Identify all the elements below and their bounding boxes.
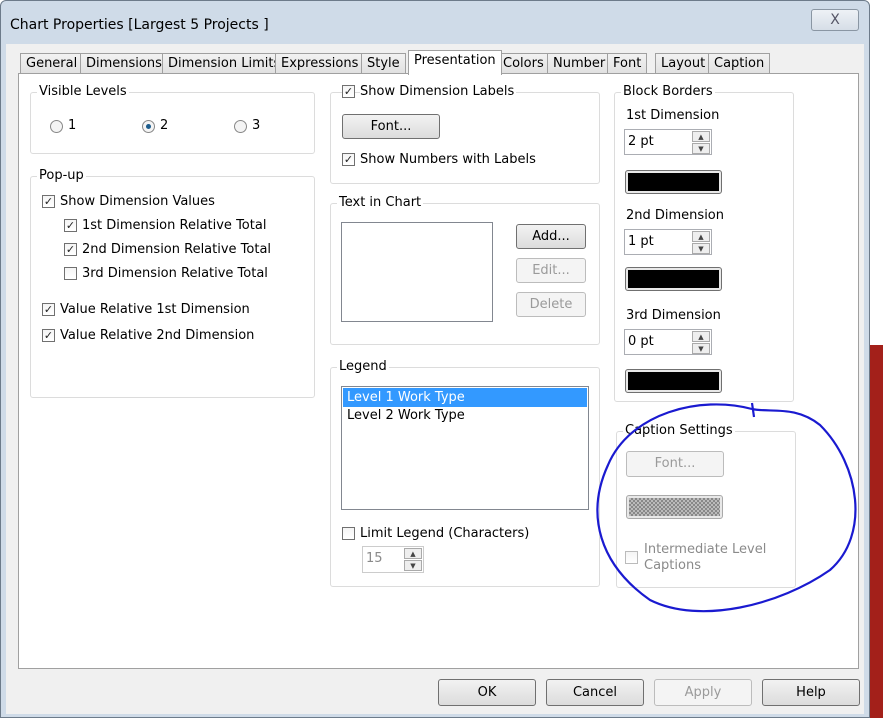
value-relative-1st-checkbox[interactable]: ✓ [42, 303, 55, 316]
level-2-label: 2 [160, 118, 169, 133]
tab-layout[interactable]: Layout [655, 53, 712, 74]
edit-text-button[interactable]: Edit... [516, 258, 586, 283]
help-button[interactable]: Help [762, 679, 860, 706]
level-1-radio[interactable] [50, 120, 63, 133]
color-swatch [628, 173, 719, 191]
3rd-dim-rel-total-label: 3rd Dimension Relative Total [82, 266, 268, 281]
show-numbers-label: Show Numbers with Labels [360, 152, 536, 167]
spin-up-icon[interactable]: ▲ [692, 331, 710, 342]
show-numbers-checkbox[interactable]: ✓ [342, 153, 355, 166]
dim3-border-value: 0 pt [628, 334, 654, 349]
dim2-border-value: 1 pt [628, 234, 654, 249]
text-in-chart-list[interactable] [341, 222, 493, 322]
limit-legend-spinner[interactable]: 15 ▲ ▼ [362, 546, 424, 573]
dim1-border-value: 2 pt [628, 134, 654, 149]
close-button[interactable]: X [811, 9, 859, 31]
level-2-radio[interactable] [142, 120, 155, 133]
show-dimension-values-label: Show Dimension Values [60, 194, 215, 209]
color-swatch [628, 372, 719, 390]
visible-levels-label: Visible Levels [37, 84, 129, 99]
limit-legend-label: Limit Legend (Characters) [360, 526, 530, 541]
spin-up-icon[interactable]: ▲ [692, 231, 710, 242]
1st-dim-rel-total-label: 1st Dimension Relative Total [82, 218, 267, 233]
popup-group: Pop-up [30, 168, 315, 398]
block-borders-label: Block Borders [621, 84, 715, 99]
value-relative-2nd-label: Value Relative 2nd Dimension [60, 328, 255, 343]
limit-legend-value: 15 [366, 551, 383, 566]
3rd-dim-rel-total-checkbox[interactable] [64, 267, 77, 280]
level-1-label: 1 [68, 118, 77, 133]
dim2-border-label: 2nd Dimension [626, 208, 724, 223]
popup-label: Pop-up [37, 168, 86, 183]
tab-general[interactable]: General [20, 53, 84, 74]
dim2-border-color-button[interactable] [625, 267, 722, 291]
dim1-border-width[interactable]: 2 pt ▲ ▼ [624, 129, 712, 155]
apply-button[interactable]: Apply [654, 679, 752, 706]
dim1-border-color-button[interactable] [625, 170, 722, 194]
add-text-button[interactable]: Add... [516, 224, 586, 249]
value-relative-1st-label: Value Relative 1st Dimension [60, 302, 250, 317]
tab-number[interactable]: Number [547, 53, 612, 74]
show-dimension-values-checkbox[interactable]: ✓ [42, 195, 55, 208]
spin-down-icon[interactable]: ▼ [404, 560, 422, 571]
2nd-dim-rel-total-checkbox[interactable]: ✓ [64, 243, 77, 256]
legend-list[interactable]: Level 1 Work Type Level 2 Work Type [341, 386, 589, 510]
tab-font[interactable]: Font [607, 53, 648, 74]
level-3-radio[interactable] [234, 120, 247, 133]
spin-up-icon[interactable]: ▲ [692, 131, 710, 142]
level-3-label: 3 [252, 118, 261, 133]
tab-colors[interactable]: Colors [497, 53, 550, 74]
show-dimension-labels-checkbox[interactable]: ✓ [342, 85, 355, 98]
dimension-labels-font-button[interactable]: Font... [342, 114, 440, 139]
legend-item[interactable]: Level 2 Work Type [343, 408, 587, 427]
tab-expressions[interactable]: Expressions [275, 53, 365, 74]
dim3-border-color-button[interactable] [625, 369, 722, 393]
dim1-border-label: 1st Dimension [626, 108, 720, 123]
spin-down-icon[interactable]: ▼ [692, 343, 710, 354]
1st-dim-rel-total-checkbox[interactable]: ✓ [64, 219, 77, 232]
legend-item-selected[interactable]: Level 1 Work Type [343, 388, 587, 407]
tab-style[interactable]: Style [361, 53, 406, 74]
limit-legend-checkbox[interactable] [342, 527, 355, 540]
text-in-chart-label: Text in Chart [337, 195, 424, 210]
legend-label: Legend [337, 359, 389, 374]
spin-down-icon[interactable]: ▼ [692, 243, 710, 254]
dim2-border-width[interactable]: 1 pt ▲ ▼ [624, 229, 712, 255]
value-relative-2nd-checkbox[interactable]: ✓ [42, 329, 55, 342]
ok-button[interactable]: OK [438, 679, 536, 706]
spin-down-icon[interactable]: ▼ [692, 143, 710, 154]
delete-text-button[interactable]: Delete [516, 292, 586, 317]
spin-up-icon[interactable]: ▲ [404, 548, 422, 559]
color-swatch [628, 270, 719, 288]
dialog-title: Chart Properties [Largest 5 Projects ] [10, 17, 269, 33]
dim3-border-label: 3rd Dimension [626, 308, 721, 323]
2nd-dim-rel-total-label: 2nd Dimension Relative Total [82, 242, 272, 257]
hand-drawn-annotation-circle [596, 402, 857, 613]
dim3-border-width[interactable]: 0 pt ▲ ▼ [624, 329, 712, 355]
tab-caption[interactable]: Caption [708, 53, 771, 74]
tab-dimension-limits[interactable]: Dimension Limits [162, 53, 287, 74]
tab-presentation[interactable]: Presentation [408, 50, 502, 75]
cancel-button[interactable]: Cancel [546, 679, 644, 706]
tab-dimensions[interactable]: Dimensions [80, 53, 168, 74]
show-dimension-labels-label: Show Dimension Labels [360, 84, 517, 99]
